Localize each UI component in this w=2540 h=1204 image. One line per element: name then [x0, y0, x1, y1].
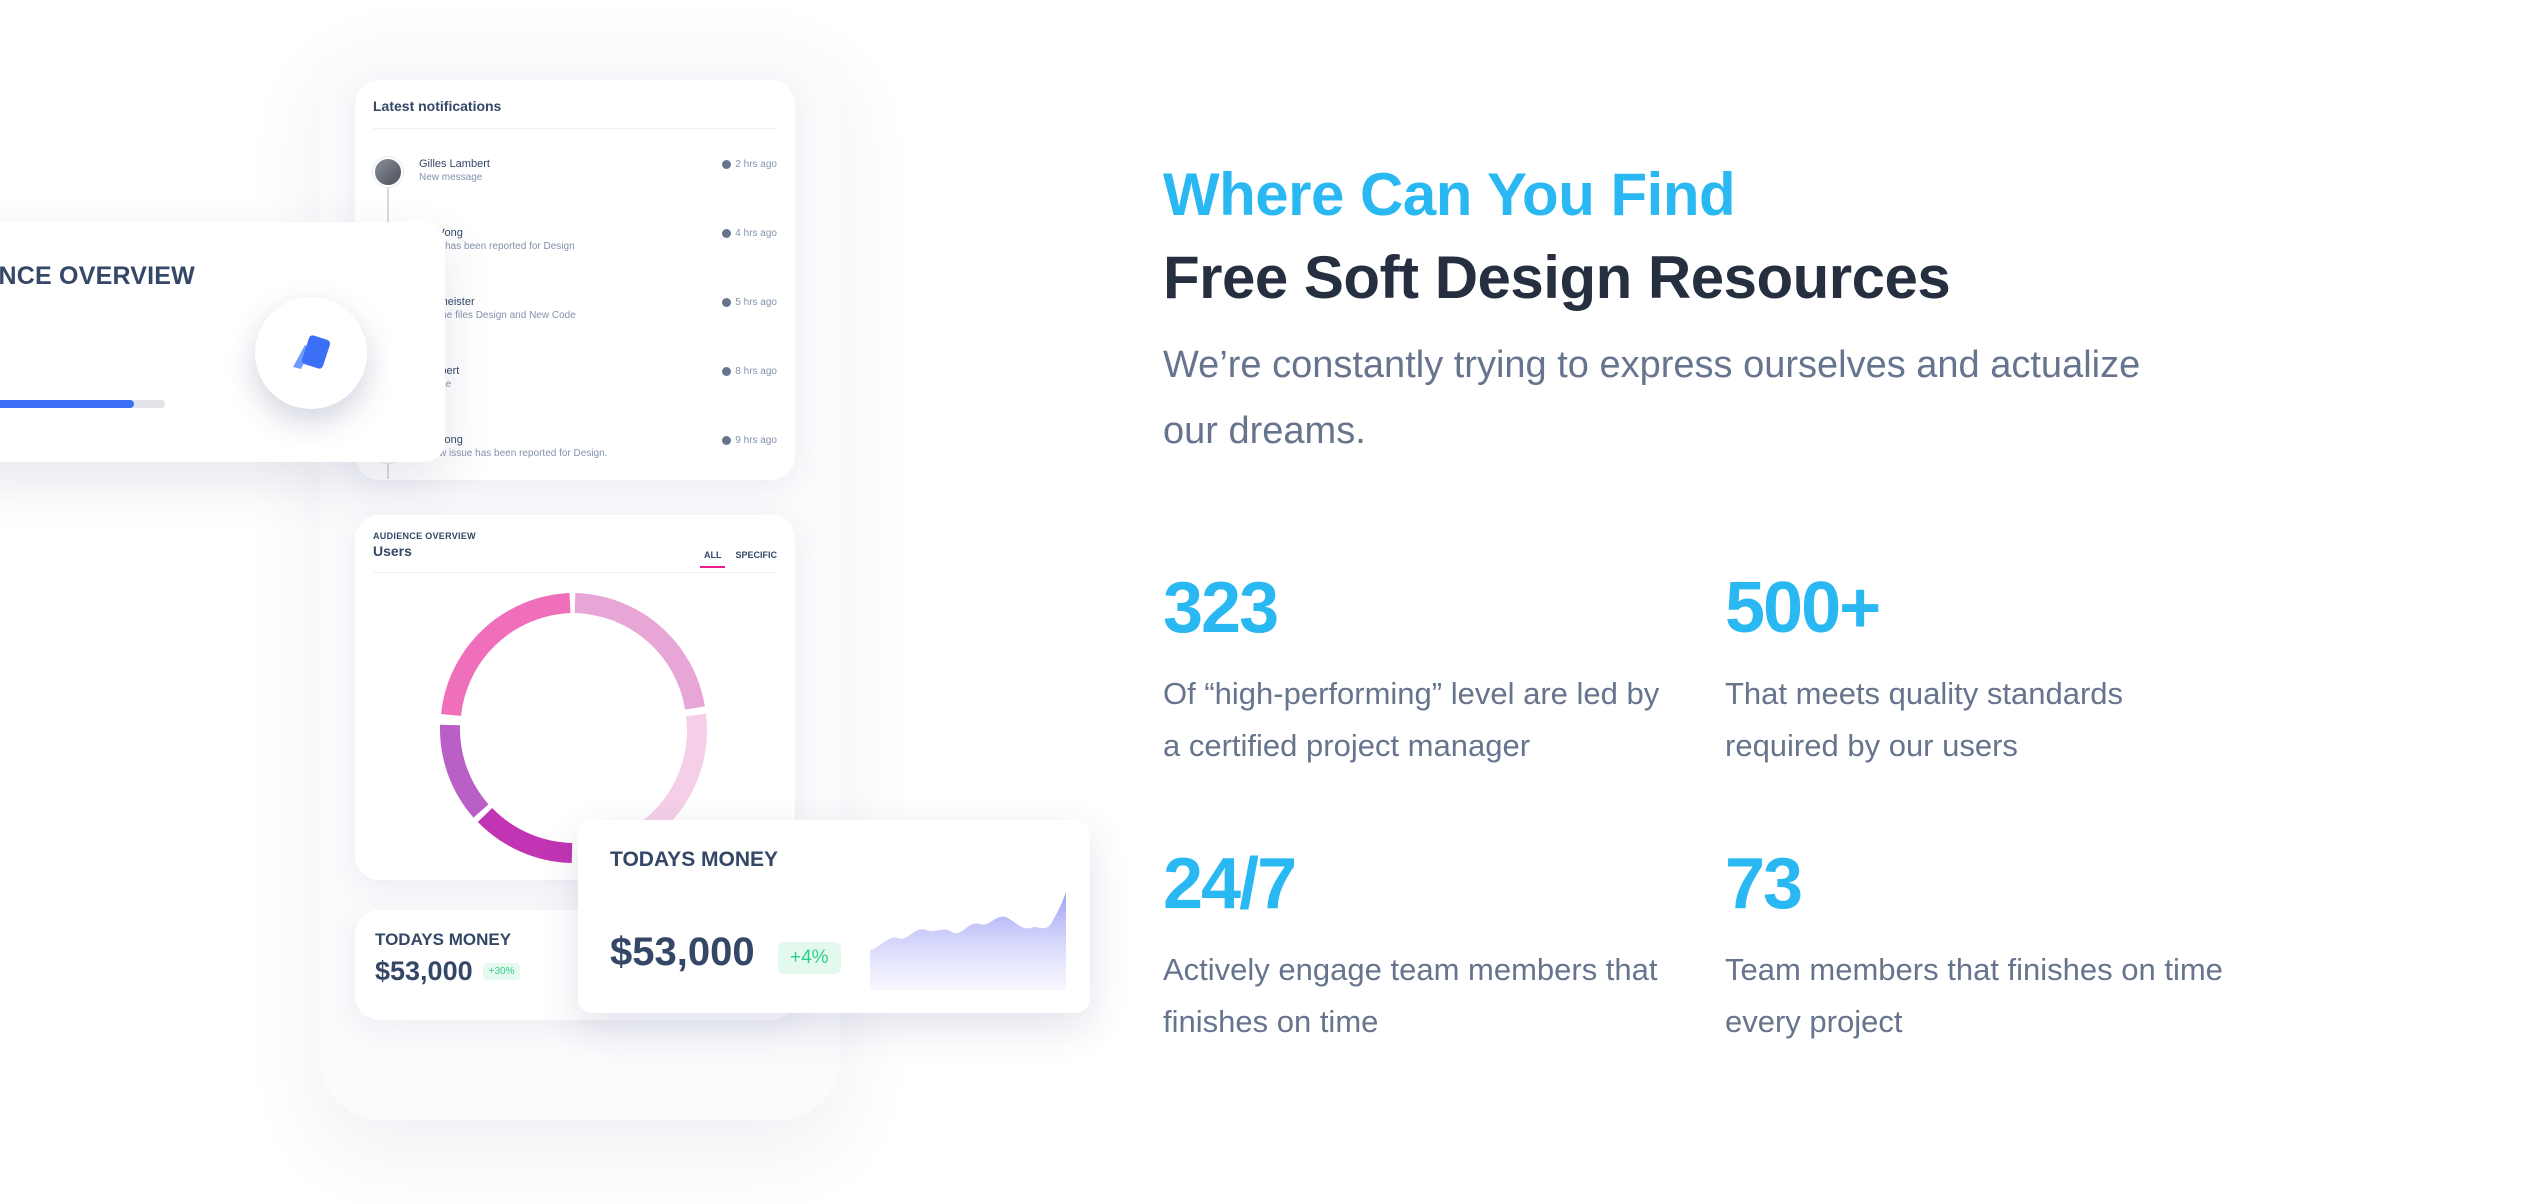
notification-sender: an Wong	[419, 434, 463, 446]
money-value: $53,000	[610, 930, 755, 974]
clock-icon	[722, 160, 732, 169]
stat-description: That meets quality standards required by…	[1725, 676, 2124, 763]
stat-description: Team members that finishes on time every…	[1725, 952, 2223, 1039]
money-sparkline	[870, 892, 1066, 990]
notification-time: 5 hrs ago	[722, 295, 777, 308]
notification-sender: Lambert	[419, 364, 722, 378]
heading-line-2: Free Soft Design Resources	[1163, 244, 1951, 311]
tab-specific[interactable]: SPECIFIC	[735, 550, 777, 568]
money-change-badge: +4%	[778, 942, 841, 974]
notification-message: A new issue has been reported for Design…	[419, 448, 608, 459]
clock-icon	[722, 436, 732, 445]
notification-sender: Gilles Lambert	[419, 158, 490, 170]
app-icon-badge	[255, 297, 367, 409]
money-label: TODAYS MONEY	[610, 848, 779, 871]
notification-message: ded the files Design and New Code	[419, 310, 576, 321]
stat-number: 24/7	[1163, 844, 1297, 924]
heading-line-1: Where Can You Find	[1163, 161, 1736, 228]
stage: Latest notifications Gilles Lambert New …	[0, 0, 2540, 1204]
notification-time: 9 hrs ago	[722, 433, 777, 446]
stat-block: 323 Of “high-performing” level are led b…	[1163, 568, 1683, 772]
notification-time: 4 hrs ago	[722, 226, 777, 239]
notification-time: 8 hrs ago	[722, 364, 777, 377]
notification-time: 2 hrs ago	[722, 157, 777, 170]
stat-block: 73 Team members that finishes on time ev…	[1725, 844, 2245, 1048]
donut-segment	[634, 713, 707, 844]
donut-segment	[574, 593, 705, 710]
notification-sender: Baumeister	[419, 296, 475, 308]
clock-icon	[722, 367, 732, 376]
stat-description: Actively engage team members that finish…	[1163, 952, 1658, 1039]
audience-progress-fill	[0, 400, 135, 408]
stat-number: 323	[1163, 568, 1279, 648]
donut-segment	[440, 724, 489, 818]
clock-icon	[722, 229, 732, 238]
donut-segment	[441, 593, 571, 717]
app-icon	[293, 335, 331, 369]
clock-icon	[722, 298, 732, 307]
notification-message: New message	[419, 172, 483, 183]
money-value: $53,000	[375, 956, 473, 986]
audience-overview-card: UDIENCE OVERVIEW 0%	[0, 222, 445, 462]
todays-money-card: TODAYS MONEY $53,000 +4%	[578, 820, 1090, 1013]
users-eyebrow: AUDIENCE OVERVIEW	[373, 531, 476, 541]
stat-description: Of “high-performing” level are led by a …	[1163, 676, 1660, 763]
stat-block: 500+ That meets quality standards requir…	[1725, 568, 2245, 772]
donut-segment	[477, 807, 573, 863]
users-tabs: ALL SPECIFIC	[700, 550, 777, 568]
money-change-badge: +30%	[482, 963, 521, 980]
notification-item[interactable]: Gilles Lambert New message 2 hrs ago	[373, 139, 777, 208]
avatar	[373, 157, 403, 187]
lead-paragraph: We’re constantly trying to express ourse…	[1163, 344, 2141, 452]
stat-block: 24/7 Actively engage team members that f…	[1163, 844, 1683, 1048]
stat-number: 500+	[1725, 568, 1881, 648]
divider	[373, 572, 777, 573]
notifications-title: Latest notifications	[373, 98, 777, 129]
tab-all[interactable]: ALL	[700, 550, 725, 568]
notification-sender: an Wong	[419, 227, 463, 239]
notification-message: issue has been reported for Design	[419, 241, 575, 252]
audience-progress-bar	[0, 400, 165, 408]
notification-message: essage	[419, 378, 722, 392]
audience-title: UDIENCE OVERVIEW	[0, 262, 195, 290]
stat-number: 73	[1725, 844, 1803, 924]
